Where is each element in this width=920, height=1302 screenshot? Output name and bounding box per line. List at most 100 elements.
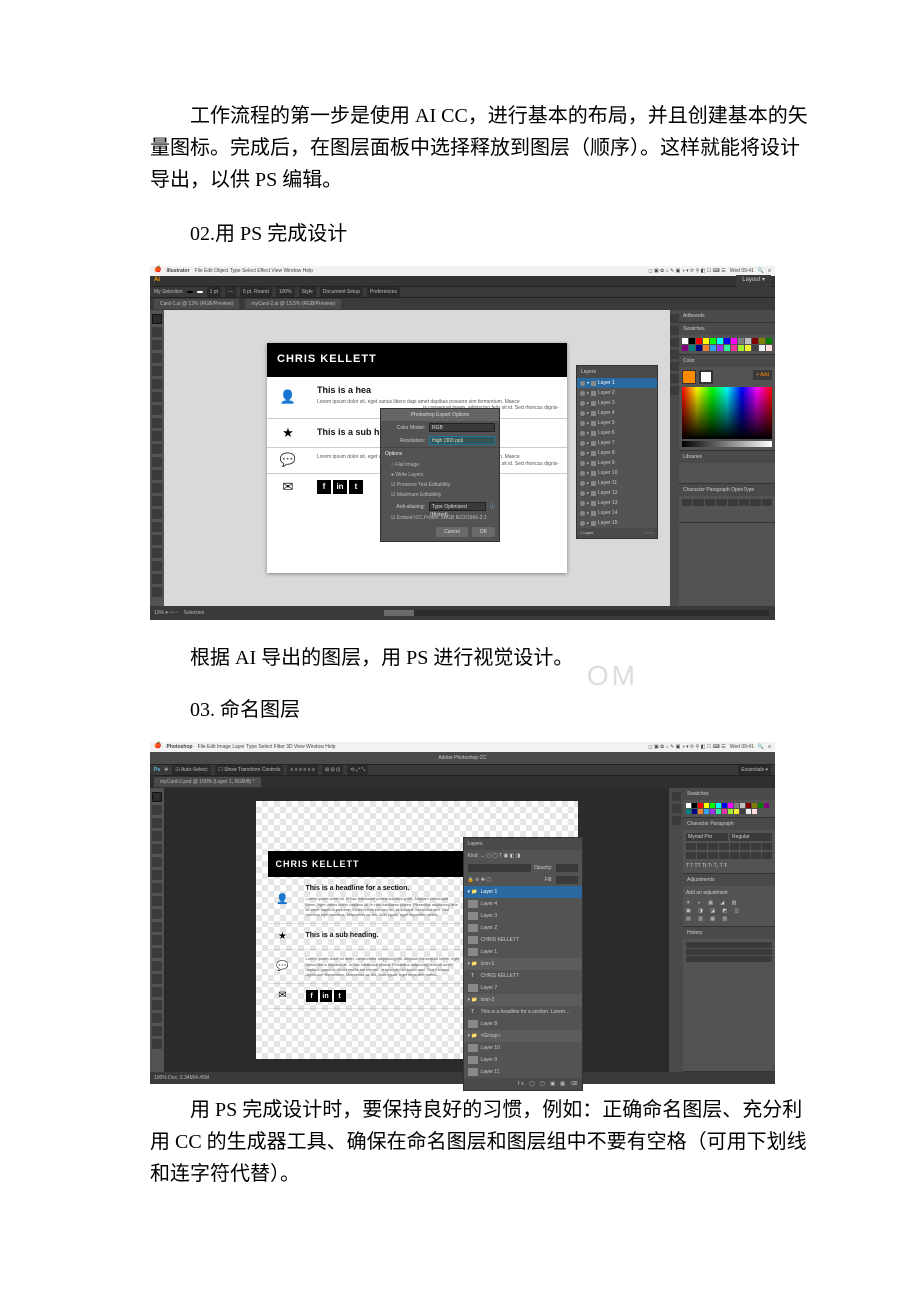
mac-menus-ai[interactable]: File Edit Object Type Select Effect View…: [195, 267, 313, 275]
direct-selection-tool-icon[interactable]: [152, 327, 162, 337]
swatch[interactable]: [745, 338, 751, 344]
mac-menus-ps[interactable]: File Edit Image Layer Type Select Filter…: [198, 743, 336, 751]
layer-group[interactable]: ▾ 📁 <Group>: [464, 1030, 582, 1042]
ps-artboard[interactable]: CHRIS KELLETT 👤 This is a headline for a…: [268, 851, 468, 1009]
gradient-tool-icon[interactable]: [152, 535, 162, 545]
visibility-icon[interactable]: [580, 501, 585, 506]
ai-control-bar[interactable]: My Selection 1 pt — 5 pt. Round 100% Sty…: [150, 286, 775, 298]
layer-filter-kind[interactable]: Kind: [468, 852, 478, 860]
disclosure-triangle-icon[interactable]: ▸: [587, 470, 589, 476]
opt-icc-profile[interactable]: ☑ Embed ICC Profile: sRGB IEC61966-2.1: [381, 513, 499, 523]
swatch[interactable]: [722, 809, 727, 814]
type-layer[interactable]: TCHRIS KELLETT: [464, 970, 582, 982]
layer-row[interactable]: ▸Layer 15: [577, 518, 657, 528]
disclosure-triangle-icon[interactable]: ▸: [587, 490, 589, 496]
ok-button[interactable]: OK: [472, 527, 495, 537]
fill-color-icon[interactable]: [682, 370, 696, 384]
swatch[interactable]: [746, 803, 751, 808]
layer-row[interactable]: Layer 10: [464, 1042, 582, 1054]
layer-row[interactable]: ▸Layer 2: [577, 388, 657, 398]
doc-tab-2[interactable]: myCard-2.ai @ 13.5% (RGB/Preview): [245, 299, 341, 309]
blend-mode-select[interactable]: [468, 864, 532, 872]
swatch[interactable]: [703, 345, 709, 351]
eyedropper-tool-icon[interactable]: [152, 857, 162, 867]
history-brush-tool-icon[interactable]: [152, 909, 162, 919]
hand-tool-icon[interactable]: [152, 1026, 162, 1036]
panel-icon[interactable]: [670, 326, 679, 335]
ps-document-tabs[interactable]: myCard-2.psd @ 100% (Layer 1, RGB/8) *: [150, 776, 775, 788]
shape-layer[interactable]: Layer 7: [464, 982, 582, 994]
panel-icon[interactable]: [670, 314, 679, 323]
panel-icon[interactable]: [672, 816, 681, 825]
fill-input[interactable]: [556, 876, 578, 884]
swatch[interactable]: [745, 345, 751, 351]
color-picker[interactable]: [682, 387, 772, 439]
ai-collapsed-panel-strip[interactable]: [670, 310, 679, 606]
layer-row[interactable]: ▸Layer 12: [577, 488, 657, 498]
magic-wand-tool-icon[interactable]: [152, 340, 162, 350]
zoom-tool-icon[interactable]: [152, 1039, 162, 1049]
ai-document-tabs[interactable]: Card-1.ai @ 13% (RGB/Preview) myCard-2.a…: [150, 298, 775, 310]
ps-layers-panel[interactable]: Layers Kind ⌄ ▢ ◯ T ▣ ◧ ◨ Opacity: 🔒 ⊘ ✚…: [463, 837, 583, 1091]
visibility-icon[interactable]: [580, 451, 585, 456]
visibility-icon[interactable]: [580, 511, 585, 516]
swatch[interactable]: [717, 338, 723, 344]
swatch[interactable]: [682, 338, 688, 344]
menu-icon[interactable]: ≡: [768, 743, 771, 751]
show-transform-checkbox[interactable]: ☐ Show Transform Controls: [215, 765, 283, 775]
panel-icon[interactable]: [670, 362, 679, 371]
swatch[interactable]: [734, 809, 739, 814]
layer-group[interactable]: ▾ 📁 Layer 1: [464, 886, 582, 898]
color-slider[interactable]: [682, 441, 772, 447]
opt-write-layers[interactable]: ● Write Layers: [381, 470, 499, 480]
ctrl-seg[interactable]: Style: [299, 287, 316, 297]
disclosure-triangle-icon[interactable]: ▸: [587, 510, 589, 516]
visibility-icon[interactable]: [580, 391, 585, 396]
facebook-icon[interactable]: f: [306, 990, 318, 1002]
swatch[interactable]: [692, 803, 697, 808]
ai-layout-dropdown[interactable]: Layout ▾: [736, 275, 771, 287]
ps-history-panel[interactable]: History: [683, 927, 775, 1072]
visibility-icon[interactable]: [580, 401, 585, 406]
visibility-icon[interactable]: [580, 471, 585, 476]
align-buttons[interactable]: ≡ ≡ ≡ ≡ ≡ ≡: [287, 765, 317, 775]
ps-doc-tab[interactable]: myCard-2.psd @ 100% (Layer 1, RGB/8) *: [154, 777, 261, 787]
swatch[interactable]: [759, 338, 765, 344]
swatch[interactable]: [759, 345, 765, 351]
swatch[interactable]: [710, 345, 716, 351]
disclosure-triangle-icon[interactable]: ▾: [587, 380, 589, 386]
visibility-icon[interactable]: [580, 441, 585, 446]
layer-row[interactable]: ▸Layer 3: [577, 398, 657, 408]
layer-row[interactable]: ▸Layer 9: [577, 458, 657, 468]
opt-preserve-text[interactable]: ☑ Preserve Text Editability: [381, 480, 499, 490]
opacity-input[interactable]: [556, 864, 578, 872]
visibility-icon[interactable]: [580, 461, 585, 466]
layer-row[interactable]: CHRIS KELLETT: [464, 934, 582, 946]
swatch[interactable]: [728, 809, 733, 814]
disclosure-triangle-icon[interactable]: ▸: [587, 500, 589, 506]
preferences-button[interactable]: Preferences: [367, 287, 400, 297]
layer-group[interactable]: ▾ 📁 icon-1: [464, 958, 582, 970]
healing-tool-icon[interactable]: [152, 870, 162, 880]
disclosure-triangle-icon[interactable]: ▸: [587, 430, 589, 436]
panel-icon[interactable]: [670, 374, 679, 383]
width-tool-icon[interactable]: [152, 470, 162, 480]
disclosure-triangle-icon[interactable]: ▸: [587, 410, 589, 416]
ps-canvas[interactable]: CHRIS KELLETT 👤 This is a headline for a…: [164, 788, 669, 1072]
brush-tool-icon[interactable]: [152, 883, 162, 893]
tumblr-icon[interactable]: t: [334, 990, 346, 1002]
panel-icon[interactable]: [670, 386, 679, 395]
swatches-panel[interactable]: Swatches: [679, 323, 775, 355]
auto-select-checkbox[interactable]: ☑ Auto-Select:: [172, 765, 211, 775]
visibility-icon[interactable]: [580, 421, 585, 426]
doc-setup-button[interactable]: Document Setup: [320, 287, 363, 297]
free-transform-tool-icon[interactable]: [152, 483, 162, 493]
search-icon[interactable]: 🔍: [758, 267, 764, 275]
shape-layer[interactable]: Layer 8: [464, 1018, 582, 1030]
panel-icon[interactable]: [672, 804, 681, 813]
blend-tool-icon[interactable]: [152, 561, 162, 571]
swatch[interactable]: [686, 803, 691, 808]
character-panel[interactable]: Character Paragraph OpenType: [679, 484, 775, 523]
visibility-icon[interactable]: [580, 491, 585, 496]
ps-options-bar[interactable]: Ps ✥ ☑ Auto-Select: ☐ Show Transform Con…: [150, 764, 775, 776]
